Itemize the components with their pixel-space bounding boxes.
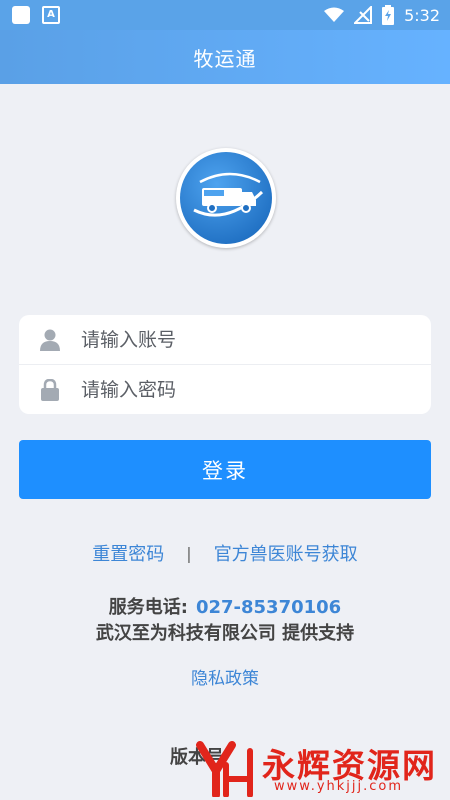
service-label: 服务电话: xyxy=(108,597,188,618)
watermark-logo-icon xyxy=(196,741,253,797)
keyboard-a-icon: A xyxy=(42,6,60,24)
login-input-card xyxy=(19,315,431,414)
truck-logo-icon xyxy=(180,152,272,244)
reset-password-link[interactable]: 重置密码 xyxy=(92,540,164,566)
wifi-icon xyxy=(324,7,345,23)
app-logo xyxy=(176,148,276,248)
status-bar: A 5:32 xyxy=(0,0,450,30)
battery-charging-icon xyxy=(382,5,395,25)
app-title: 牧运通 xyxy=(193,46,257,71)
watermark: 永辉资源网 www.yhkjjj.com xyxy=(196,735,450,800)
user-icon xyxy=(39,329,61,351)
links-row: 重置密码 | 官方兽医账号获取 xyxy=(0,538,450,568)
company-support-text: 武汉至为科技有限公司 提供支持 xyxy=(95,623,355,644)
password-row xyxy=(19,365,431,414)
watermark-url: www.yhkjjj.com xyxy=(274,779,404,794)
links-separator: | xyxy=(186,543,192,563)
status-time: 5:32 xyxy=(404,5,440,25)
service-phone[interactable]: 027-85370106 xyxy=(196,597,341,618)
login-button[interactable]: 登录 xyxy=(19,440,431,499)
lock-icon xyxy=(39,378,61,401)
service-phone-line: 服务电话: 027-85370106 xyxy=(0,593,450,619)
vet-account-link[interactable]: 官方兽医账号获取 xyxy=(214,540,358,566)
account-row xyxy=(19,315,431,365)
status-left-icons: A xyxy=(12,6,60,24)
app-square-icon xyxy=(12,6,30,24)
no-signal-icon xyxy=(354,6,373,24)
status-right-icons: 5:32 xyxy=(324,5,440,25)
app-bar: 牧运通 xyxy=(0,30,450,84)
privacy-policy-link[interactable]: 隐私政策 xyxy=(0,664,450,689)
account-input[interactable] xyxy=(79,327,383,352)
password-input[interactable] xyxy=(79,377,383,402)
